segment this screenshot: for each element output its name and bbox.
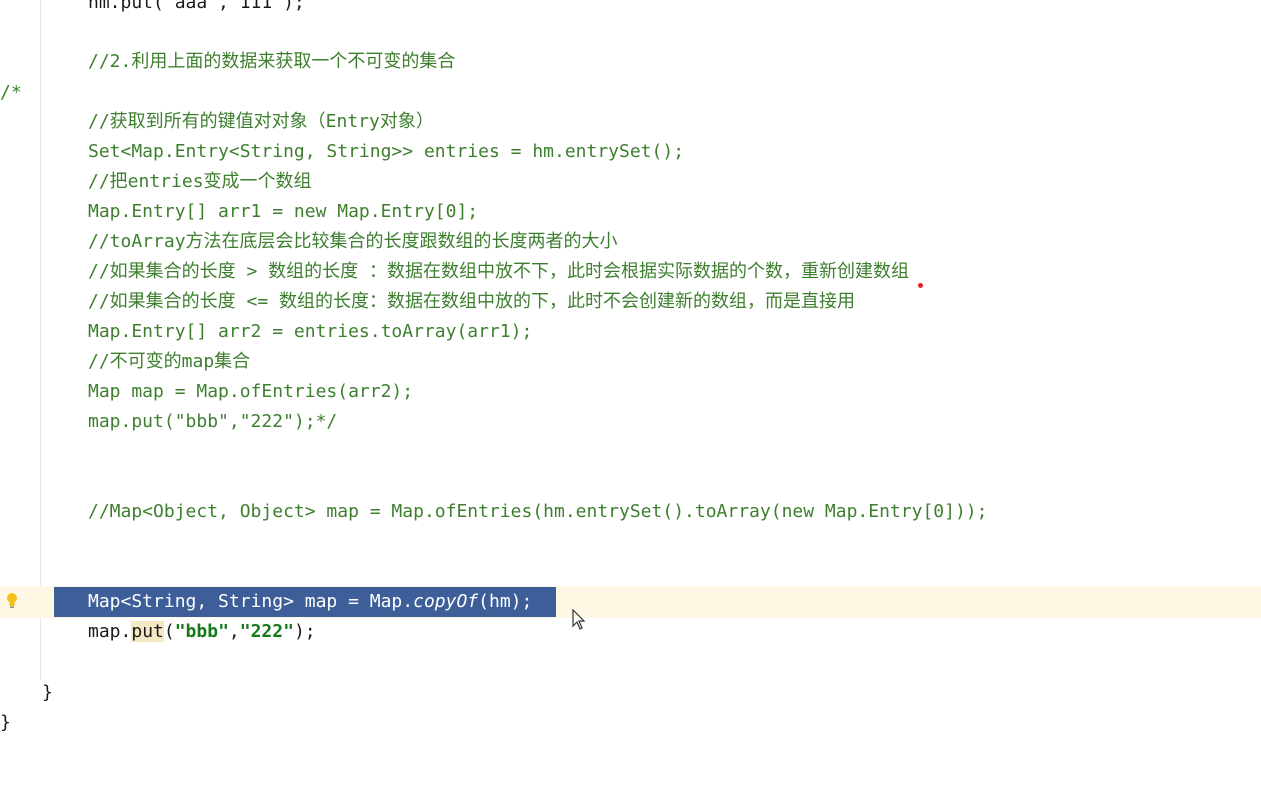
comment-array[interactable]: //把entries变成一个数组 <box>88 167 312 197</box>
copyof-suffix: (hm); <box>478 591 533 612</box>
put-arg2: "222" <box>239 621 294 642</box>
put-close: ); <box>293 621 316 642</box>
method-closing-brace[interactable]: } <box>42 678 53 708</box>
comment-oneliner[interactable]: //Map<Object, Object> map = Map.ofEntrie… <box>88 497 987 527</box>
put-arg1: "bbb" <box>174 621 229 642</box>
code-put-comment-end[interactable]: map.put("bbb","222");*/ <box>88 407 337 437</box>
gutter-divider <box>40 0 41 680</box>
copyof-method[interactable]: copyOf <box>413 591 478 612</box>
put-object: map. <box>88 621 132 642</box>
comment-toarray[interactable]: //toArray方法在底层会比较集合的长度跟数组的长度两者的大小 <box>88 227 618 257</box>
class-closing-brace[interactable]: } <box>0 708 11 738</box>
code-set-entries[interactable]: Set<Map.Entry<String, String>> entries =… <box>88 137 684 167</box>
code-ofentries[interactable]: Map map = Map.ofEntries(arr2); <box>88 377 413 407</box>
code-put-line[interactable]: map.put("bbb","222"); <box>88 617 316 647</box>
block-comment-start[interactable]: /* <box>0 78 22 108</box>
code-line-top-partial[interactable]: hm.put("aaa","111"); <box>88 0 305 18</box>
copyof-prefix: Map<String, String> map = Map. <box>88 591 414 612</box>
error-marker-dot <box>918 283 923 288</box>
comment-immutable[interactable]: //不可变的map集合 <box>88 347 250 377</box>
comment-entry[interactable]: //获取到所有的键值对对象（Entry对象） <box>88 107 434 137</box>
put-comma: , <box>228 621 240 642</box>
comment-line-2[interactable]: //2.利用上面的数据来获取一个不可变的集合 <box>88 47 455 77</box>
code-arr1[interactable]: Map.Entry[] arr1 = new Map.Entry[0]; <box>88 197 478 227</box>
put-open: ( <box>163 621 175 642</box>
code-arr2[interactable]: Map.Entry[] arr2 = entries.toArray(arr1)… <box>88 317 532 347</box>
comment-gt[interactable]: //如果集合的长度 > 数组的长度 ：数据在数组中放不下，此时会根据实际数据的个… <box>88 257 909 287</box>
code-editor[interactable]: hm.put("aaa","111"); //2.利用上面的数据来获取一个不可变… <box>0 0 1261 790</box>
comment-le[interactable]: //如果集合的长度 <= 数组的长度：数据在数组中放的下，此时不会创建新的数组，… <box>88 287 855 317</box>
code-copyof-line[interactable]: Map<String, String> map = Map.copyOf(hm)… <box>88 587 532 617</box>
put-method[interactable]: put <box>131 621 164 642</box>
mouse-pointer-icon <box>572 608 586 631</box>
intention-bulb-icon[interactable] <box>6 591 18 611</box>
